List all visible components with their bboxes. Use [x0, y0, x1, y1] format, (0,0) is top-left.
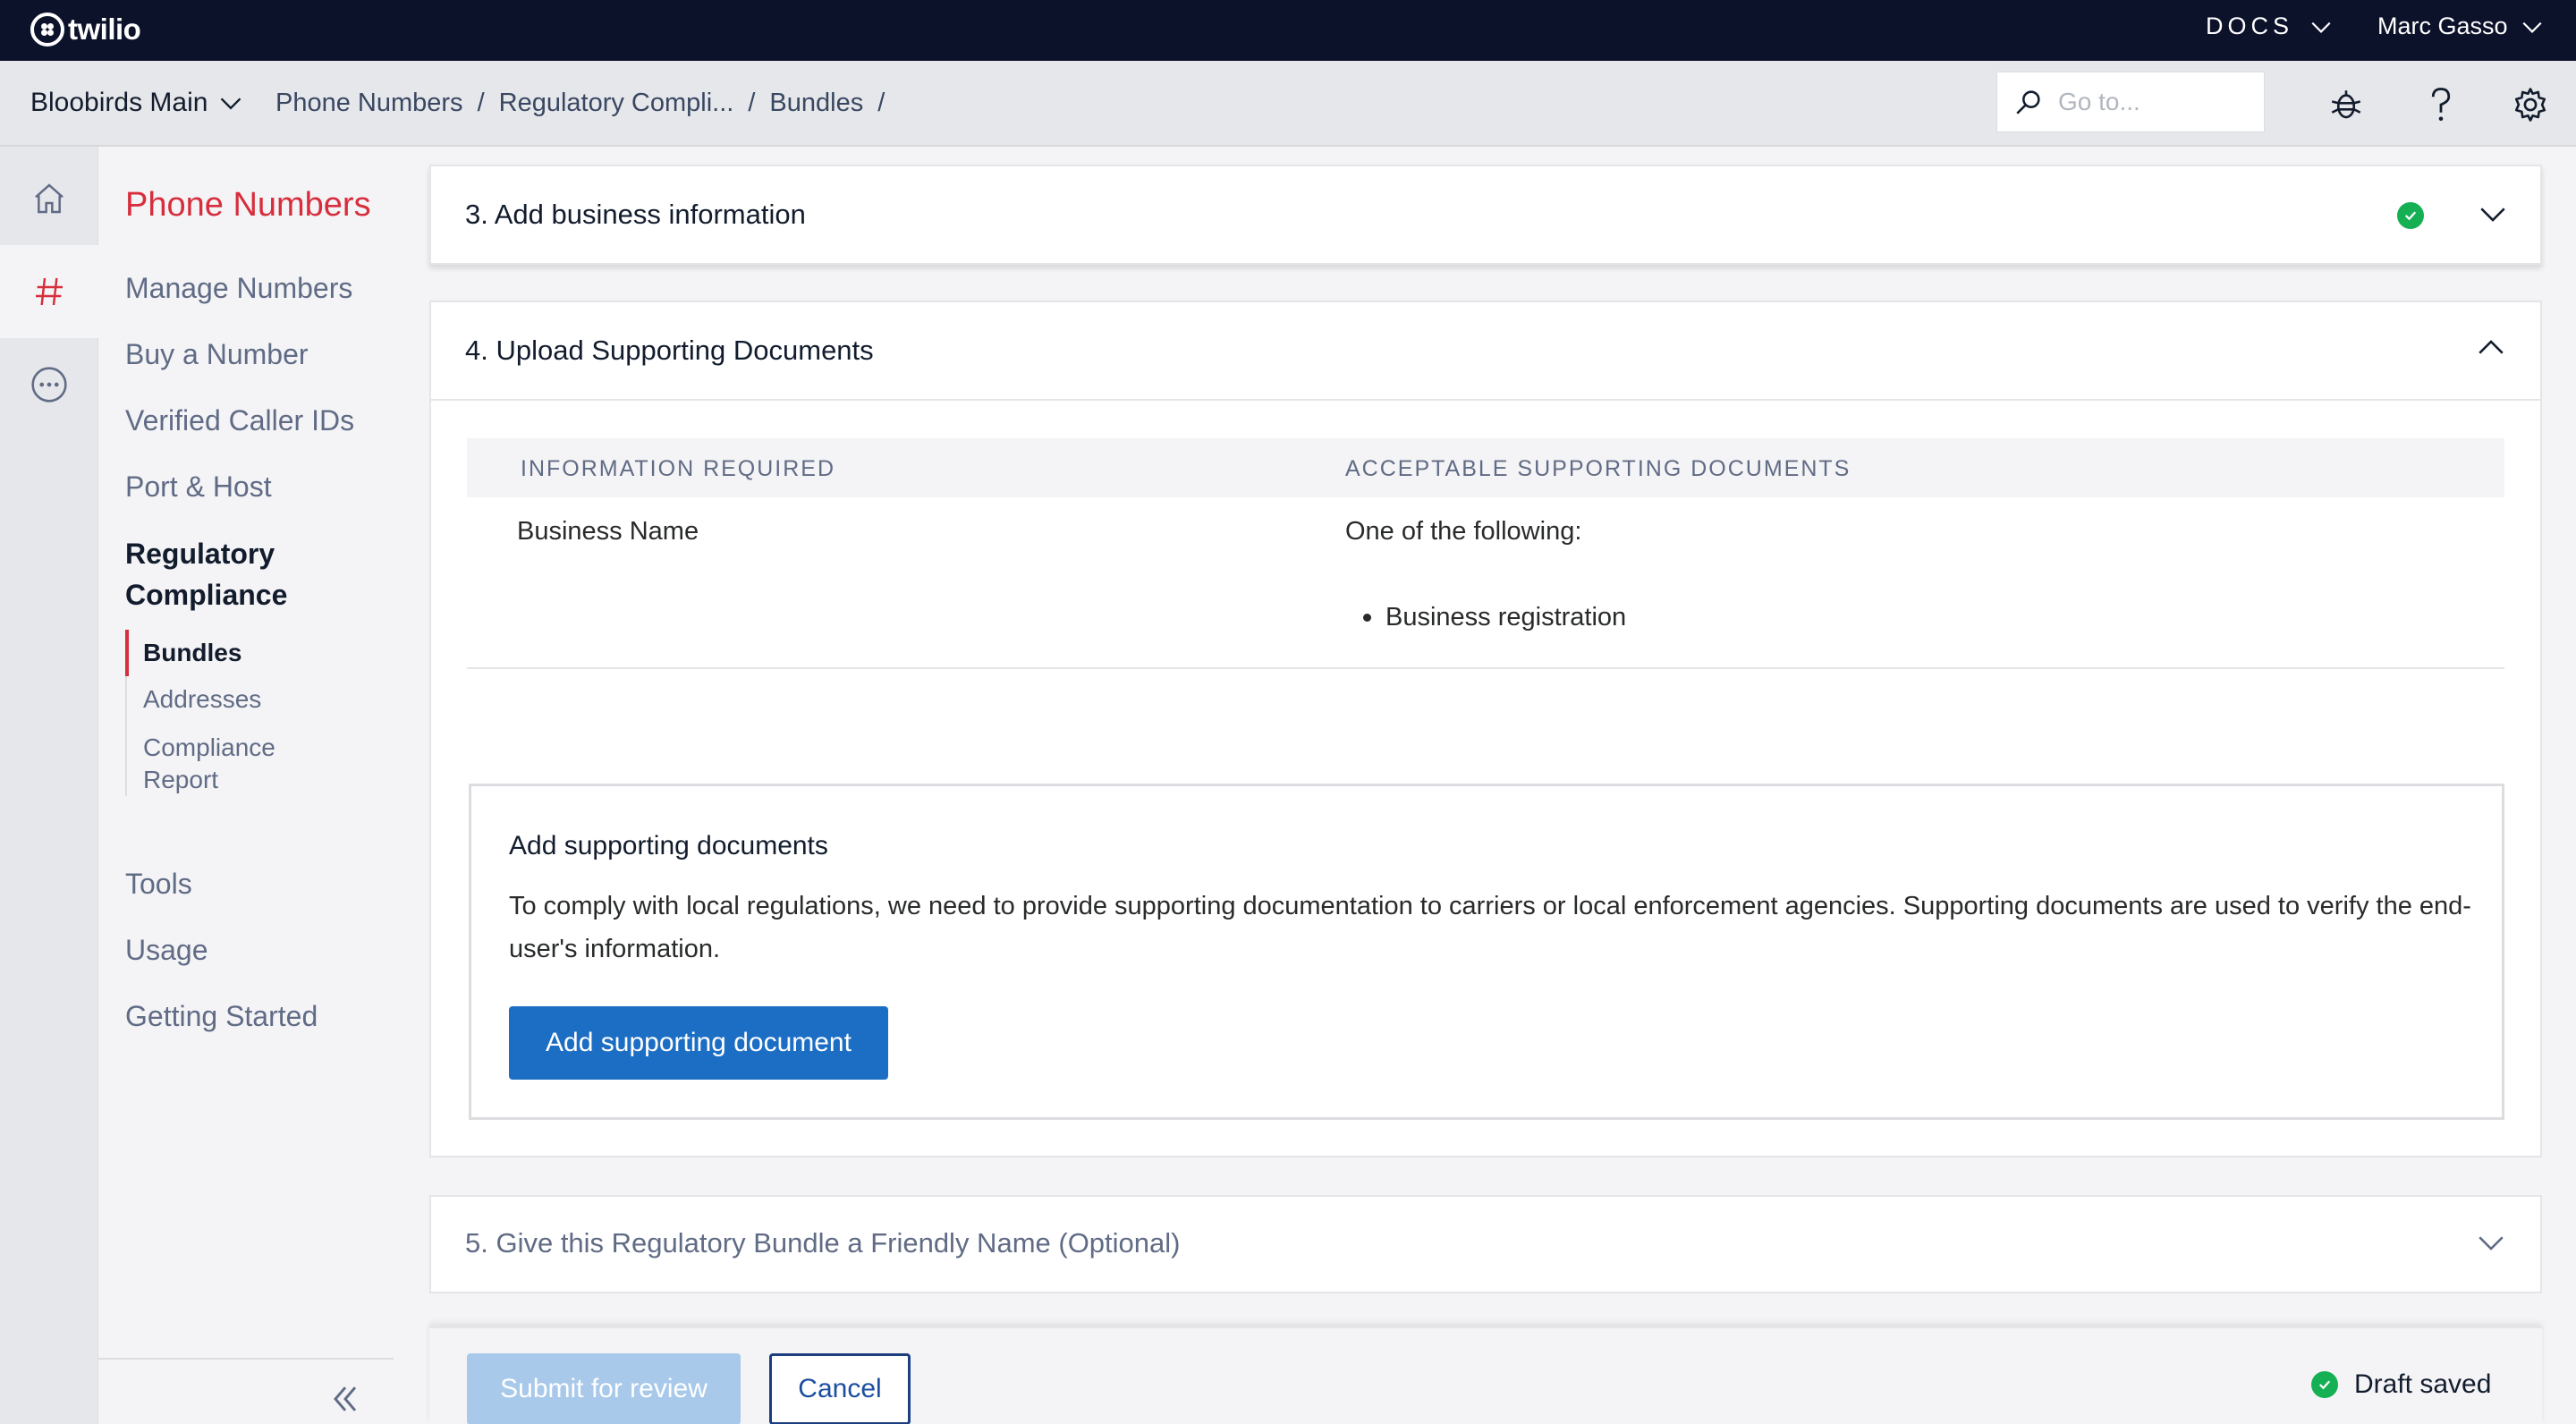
support-description: To comply with local regulations, we nee… — [509, 892, 2471, 963]
nav-item-tools[interactable]: Tools — [125, 868, 192, 901]
acceptable-doc-item: Business registration — [1363, 603, 1626, 632]
breadcrumb-separator: / — [748, 89, 756, 117]
search-icon — [2016, 90, 2040, 114]
breadcrumb: Phone Numbers / Regulatory Compli... / B… — [275, 89, 885, 118]
breadcrumb-separator: / — [477, 89, 485, 117]
nav-title[interactable]: Phone Numbers — [125, 186, 371, 225]
nav-item-regulatory-compliance[interactable]: Regulatory Compliance — [125, 533, 287, 615]
breadcrumb-phone-numbers[interactable]: Phone Numbers — [275, 89, 463, 118]
docs-menu[interactable]: DOCS — [2206, 13, 2333, 40]
account-name: Bloobirds Main — [30, 88, 208, 117]
nav-item-verified-caller-ids[interactable]: Verified Caller IDs — [125, 404, 354, 437]
column-header-information-required: INFORMATION REQUIRED — [521, 456, 836, 481]
requirements-table-header: INFORMATION REQUIRED ACCEPTABLE SUPPORTI… — [467, 438, 2504, 497]
nav-item-buy-a-number[interactable]: Buy a Number — [125, 338, 309, 371]
section-navigation: Phone Numbers Manage Numbers Buy a Numbe… — [98, 147, 394, 1424]
logo-text: twilio — [68, 13, 141, 46]
nav-item-usage[interactable]: Usage — [125, 934, 208, 967]
user-menu[interactable]: Marc Gasso — [2377, 13, 2544, 40]
subnav-item-compliance-report[interactable]: Compliance Report — [127, 723, 275, 796]
breadcrumb-regulatory-compliance[interactable]: Regulatory Compli... — [499, 89, 734, 118]
account-bar: Bloobirds Main Phone Numbers / Regulator… — [0, 61, 2576, 147]
nav-item-manage-numbers[interactable]: Manage Numbers — [125, 272, 352, 305]
nav-item-port-and-host[interactable]: Port & Host — [125, 470, 272, 504]
subnav-item-bundles[interactable]: Bundles — [125, 630, 275, 676]
support-title: Add supporting documents — [509, 831, 828, 860]
chevron-down-icon[interactable] — [2476, 1227, 2506, 1258]
subnav-item-addresses[interactable]: Addresses — [127, 676, 275, 723]
home-icon — [35, 183, 64, 214]
nav-section-line: Regulatory — [125, 538, 275, 570]
user-name: Marc Gasso — [2377, 13, 2508, 39]
account-switcher[interactable]: Bloobirds Main — [30, 88, 243, 118]
more-options-icon — [31, 367, 67, 403]
rail-phone-numbers[interactable] — [0, 245, 98, 338]
add-supporting-documents-box: Add supporting documents To comply with … — [469, 784, 2504, 1120]
help-icon[interactable] — [2422, 86, 2460, 123]
search-input[interactable] — [2058, 88, 2255, 116]
submit-for-review-button[interactable]: Submit for review — [467, 1353, 741, 1424]
cancel-button[interactable]: Cancel — [769, 1353, 911, 1424]
docs-label: DOCS — [2206, 13, 2294, 39]
complete-check-icon — [2397, 202, 2424, 229]
acceptable-docs-intro: One of the following: — [1345, 517, 1582, 546]
collapse-sidebar-icon[interactable] — [326, 1379, 365, 1419]
required-info-business-name: Business Name — [517, 517, 699, 546]
chevron-down-icon — [2311, 21, 2331, 33]
step-3-panel[interactable]: 3. Add business information — [429, 165, 2542, 265]
top-navigation-bar: twilio DOCS Marc Gasso — [0, 0, 2576, 61]
nav-section-line: Compliance — [125, 579, 288, 611]
debugger-bug-icon[interactable] — [2327, 86, 2365, 123]
subnav-label-line: Report — [143, 766, 219, 793]
draft-saved-check-icon — [2311, 1371, 2338, 1398]
nav-item-getting-started[interactable]: Getting Started — [125, 1000, 318, 1033]
twilio-logo[interactable]: twilio — [30, 13, 141, 47]
step-3-title: 3. Add business information — [465, 199, 806, 230]
regulatory-compliance-subnav: Bundles Addresses Compliance Report — [125, 630, 275, 796]
product-rail — [0, 147, 98, 1424]
panel-header-divider — [431, 399, 2540, 401]
step-4-title[interactable]: 4. Upload Supporting Documents — [465, 335, 874, 367]
go-to-search[interactable] — [1996, 72, 2265, 132]
table-row-divider — [467, 667, 2504, 669]
action-footer: Submit for review Cancel Draft saved — [429, 1326, 2542, 1424]
nav-divider — [98, 1358, 394, 1360]
breadcrumb-bundles[interactable]: Bundles — [769, 89, 863, 118]
chevron-down-icon — [2522, 21, 2542, 33]
chevron-up-icon[interactable] — [2476, 333, 2506, 363]
subnav-label-line: Compliance — [143, 733, 275, 761]
twilio-logo-icon — [30, 13, 64, 47]
step-5-panel[interactable]: 5. Give this Regulatory Bundle a Friendl… — [429, 1195, 2542, 1293]
breadcrumb-separator: / — [877, 89, 886, 117]
add-supporting-document-button[interactable]: Add supporting document — [509, 1006, 888, 1080]
bullet-icon — [1363, 614, 1371, 622]
chevron-down-icon — [221, 97, 242, 110]
step-5-title: 5. Give this Regulatory Bundle a Friendl… — [465, 1227, 1181, 1259]
rail-home[interactable] — [0, 152, 98, 245]
draft-status: Draft saved — [2311, 1369, 2491, 1400]
rail-more[interactable] — [0, 338, 98, 431]
column-header-acceptable-documents: ACCEPTABLE SUPPORTING DOCUMENTS — [1345, 456, 1852, 481]
draft-status-text: Draft saved — [2354, 1369, 2492, 1399]
chevron-down-icon[interactable] — [2478, 199, 2508, 229]
step-4-panel: 4. Upload Supporting Documents INFORMATI… — [429, 301, 2542, 1157]
hash-icon — [36, 277, 63, 306]
gear-icon[interactable] — [2512, 86, 2549, 123]
acceptable-doc-business-registration: Business registration — [1385, 603, 1627, 631]
